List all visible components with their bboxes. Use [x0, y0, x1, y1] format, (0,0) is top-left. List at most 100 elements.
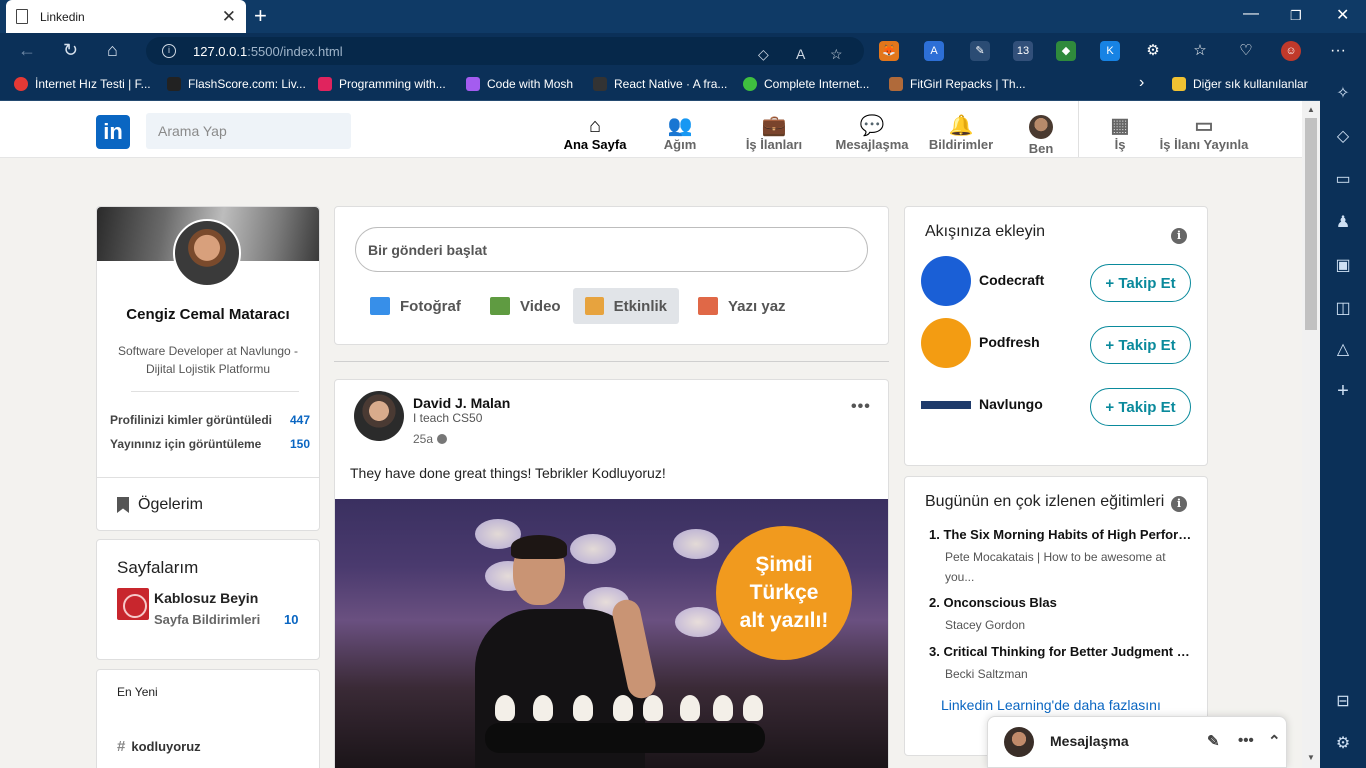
notifications-extension-icon[interactable]: 13 — [1013, 41, 1033, 61]
bookmark-folder[interactable]: Diğer sık kullanılanlar — [1172, 77, 1308, 91]
address-bar[interactable]: i 127.0.0.1:5500/index.html ◇ A ☆ — [146, 37, 864, 65]
author-photo[interactable] — [354, 391, 404, 441]
add-favorite-icon[interactable]: ☆ — [830, 46, 843, 63]
tools-icon[interactable]: ▭ — [1334, 169, 1352, 189]
nav-work[interactable]: ▦ İş — [1105, 115, 1135, 152]
nav-post-job[interactable]: ▭ İş İlanı Yayınla — [1157, 115, 1251, 152]
company-name[interactable]: Navlungo — [979, 396, 1043, 412]
new-tab-icon[interactable]: + — [254, 3, 267, 29]
profile-views-stat[interactable]: Profilinizi kimler görüntüledi 447 — [110, 413, 310, 427]
pen-extension-icon[interactable]: ✎ — [970, 41, 990, 61]
hashtag-link[interactable]: # kodluyoruz — [117, 738, 201, 755]
profile-name[interactable]: Cengiz Cemal Mataracı — [97, 306, 319, 323]
menu-icon[interactable]: ··· — [1328, 41, 1348, 61]
browser-tab[interactable]: Linkedin ✕ — [6, 0, 246, 33]
action-label: Yazı yaz — [728, 297, 786, 315]
maximize-icon[interactable]: ❐ — [1290, 8, 1302, 24]
bookmark-item[interactable]: FitGirl Repacks | Th... — [889, 77, 1026, 91]
page-logo[interactable] — [117, 588, 149, 620]
outlook-icon[interactable]: ◫ — [1334, 298, 1352, 318]
author-name[interactable]: David J. Malan — [413, 395, 510, 411]
favorites-icon[interactable]: ☆ — [1190, 41, 1210, 61]
bookmark-item[interactable]: Programming with... — [318, 77, 446, 91]
follow-button[interactable]: + Takip Et — [1090, 264, 1191, 302]
course-item[interactable]: 3. Critical Thinking for Better Judgment… — [929, 644, 1199, 684]
profile-photo[interactable] — [173, 219, 241, 287]
games-icon[interactable]: ♟ — [1334, 212, 1352, 232]
linkedin-logo[interactable]: in — [96, 115, 130, 149]
add-icon[interactable]: + — [1334, 380, 1352, 403]
browser-toolbar: ← ↻ ⌂ i 127.0.0.1:5500/index.html ◇ A ☆ … — [0, 33, 1366, 69]
scroll-up-icon[interactable]: ▲ — [1307, 105, 1315, 114]
calendar-icon — [585, 297, 604, 315]
page-notifications-label[interactable]: Sayfa Bildirimleri — [154, 612, 260, 627]
nav-label: Bildirimler — [928, 137, 994, 152]
post-image[interactable]: Şimdi Türkçe alt yazılı! — [335, 499, 888, 768]
company-name[interactable]: Podfresh — [979, 334, 1040, 350]
page-scrollbar[interactable]: ▲ ▼ — [1302, 101, 1320, 768]
k-extension-icon[interactable]: K — [1100, 41, 1120, 61]
profile-avatar-icon[interactable]: ☺ — [1281, 41, 1301, 61]
copilot-icon[interactable]: ✧ — [1334, 83, 1352, 103]
tag-icon[interactable]: ◇ — [1334, 126, 1352, 146]
notification-side-icon[interactable]: △ — [1334, 339, 1352, 359]
site-info-icon[interactable]: i — [162, 44, 176, 58]
bookmark-item[interactable]: FlashScore.com: Liv... — [167, 77, 306, 91]
codecraft-logo[interactable] — [921, 256, 971, 306]
event-button[interactable]: Etkinlik — [573, 288, 679, 324]
settings-icon[interactable]: ⚙ — [1334, 733, 1352, 753]
info-icon[interactable]: i — [1171, 496, 1187, 512]
refresh-icon[interactable]: ↻ — [63, 40, 78, 61]
browser-essentials-icon[interactable]: ♡ — [1236, 41, 1256, 61]
bookmark-item[interactable]: İnternet Hız Testi | F... — [14, 77, 151, 91]
close-window-icon[interactable]: ✕ — [1336, 5, 1349, 25]
chevron-up-icon[interactable]: ⌃ — [1268, 732, 1281, 750]
nav-jobs[interactable]: 💼 İş İlanları — [740, 115, 808, 152]
translate-icon[interactable]: A — [924, 41, 944, 61]
follow-button[interactable]: + Takip Et — [1090, 388, 1191, 426]
video-button[interactable]: Video — [478, 288, 573, 324]
info-icon[interactable]: i — [1171, 228, 1187, 244]
start-post-input[interactable] — [355, 227, 868, 272]
company-name[interactable]: Codecraft — [979, 272, 1044, 288]
extension-green-icon[interactable]: ◆ — [1056, 41, 1076, 61]
navlungo-logo[interactable] — [921, 380, 971, 430]
post-views-stat[interactable]: Yayınınız için görüntüleme 150 — [110, 437, 310, 451]
bookmark-item[interactable]: React Native · A fra... — [593, 77, 727, 91]
search-input[interactable] — [146, 113, 351, 149]
action-label: Fotoğraf — [400, 297, 461, 315]
read-aloud-icon[interactable]: A — [796, 46, 805, 62]
bookmark-item[interactable]: Code with Mosh — [466, 77, 573, 91]
metamask-icon[interactable]: 🦊 — [879, 41, 899, 61]
course-item[interactable]: 1. The Six Morning Habits of High Perfor… — [929, 527, 1199, 587]
nav-notifications[interactable]: 🔔 Bildirimler — [925, 115, 997, 152]
more-options-icon[interactable]: ••• — [851, 398, 871, 416]
more-options-icon[interactable]: ••• — [1238, 732, 1254, 749]
podfresh-logo[interactable] — [921, 318, 971, 368]
write-article-button[interactable]: Yazı yaz — [686, 288, 798, 324]
follow-button[interactable]: + Takip Et — [1090, 326, 1191, 364]
course-item[interactable]: 2. Onconscious Blas Stacey Gordon — [929, 595, 1199, 635]
learning-more-link[interactable]: Linkedin Learning'de daha fazlasını — [941, 697, 1161, 713]
scrollbar-thumb[interactable] — [1305, 118, 1317, 330]
scroll-down-icon[interactable]: ▼ — [1307, 753, 1315, 762]
sidebar-toggle-icon[interactable]: ⊟ — [1334, 691, 1352, 711]
photo-button[interactable]: Fotoğraf — [358, 288, 473, 324]
nav-home[interactable]: ⌂ Ana Sayfa — [560, 115, 630, 152]
nav-messaging[interactable]: 💬 Mesajlaşma — [833, 115, 911, 152]
office-icon[interactable]: ▣ — [1334, 255, 1352, 275]
home-browser-icon[interactable]: ⌂ — [107, 40, 118, 61]
nav-me[interactable]: Ben — [1022, 115, 1060, 156]
saved-items-link[interactable]: Ögelerim — [117, 496, 203, 514]
back-icon[interactable]: ← — [18, 40, 36, 61]
messaging-overlay[interactable]: Mesajlaşma ✎ ••• ⌃ — [987, 716, 1287, 768]
bookmark-item[interactable]: Complete Internet... — [743, 77, 869, 91]
compose-icon[interactable]: ✎ — [1207, 732, 1220, 750]
page-name[interactable]: Kablosuz Beyin — [154, 590, 258, 606]
minimize-icon[interactable]: — — [1243, 5, 1259, 23]
nav-network[interactable]: 👥 Ağım — [655, 115, 705, 152]
chevron-right-icon[interactable]: › — [1139, 74, 1144, 92]
close-tab-icon[interactable]: ✕ — [222, 7, 236, 27]
tag-icon[interactable]: ◇ — [758, 46, 769, 63]
extensions-icon[interactable]: ⚙ — [1143, 41, 1163, 61]
